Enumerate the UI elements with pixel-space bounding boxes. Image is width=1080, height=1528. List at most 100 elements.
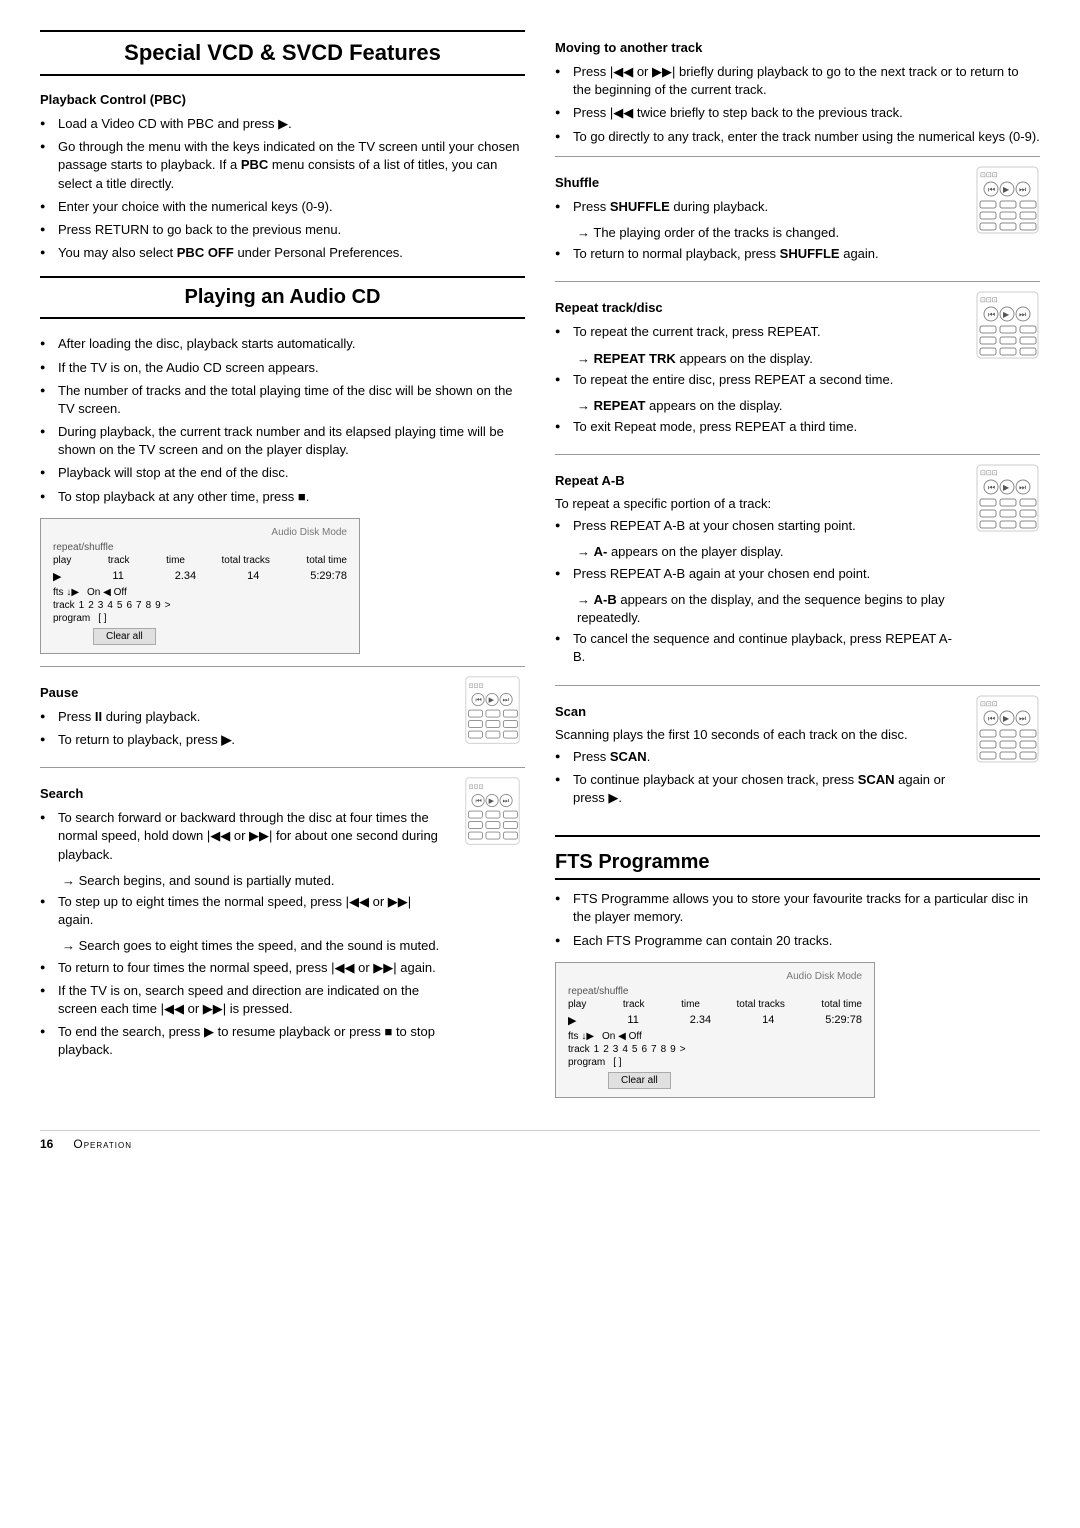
svg-text:⏭: ⏭ — [1019, 714, 1026, 723]
pbc-list: Load a Video CD with PBC and press ▶. Go… — [40, 115, 525, 262]
list-item: Press II during playback. — [40, 708, 448, 726]
display-box-1: Audio Disk Mode repeat/shuffle play trac… — [40, 518, 360, 654]
svg-text:⊡⊡⊡: ⊡⊡⊡ — [980, 701, 998, 708]
svg-text:⊡⊡⊡: ⊡⊡⊡ — [468, 682, 483, 689]
footer: 16 Operation — [40, 1130, 1040, 1151]
shuffle-title: Shuffle — [555, 175, 963, 190]
arrow-item: REPEAT TRK appears on the display. — [555, 350, 963, 368]
arrow-item: REPEAT appears on the display. — [555, 397, 963, 415]
repeat-ab-section: Repeat A-B To repeat a specific portion … — [555, 463, 1040, 674]
repeat-ab-list-3: To cancel the sequence and continue play… — [555, 630, 963, 666]
repeat-track-remote-icon: ⊡⊡⊡ ⏮ ▶ ⏭ — [975, 290, 1040, 363]
svg-text:▶: ▶ — [1003, 483, 1010, 492]
list-item: Enter your choice with the numerical key… — [40, 198, 525, 216]
pause-section: Pause Press II during playback. To retur… — [40, 675, 525, 757]
audio-cd-list: After loading the disc, playback starts … — [40, 335, 525, 506]
moving-list: Press |◀◀ or ▶▶| briefly during playback… — [555, 63, 1040, 146]
svg-text:▶: ▶ — [1003, 310, 1010, 319]
list-item: To exit Repeat mode, press REPEAT a thir… — [555, 418, 963, 436]
list-item: To repeat the current track, press REPEA… — [555, 323, 963, 341]
display-data: ▶ 11 2.34 14 5:29:78 — [53, 570, 347, 583]
fts-row: fts ↓▶ On ◀ Off — [53, 587, 347, 598]
shuffle-list-2: To return to normal playback, press SHUF… — [555, 245, 963, 263]
arrow-item: The playing order of the tracks is chang… — [555, 224, 963, 242]
clear-btn-2: Clear all — [568, 1072, 862, 1089]
mode-label-2: Audio Disk Mode — [568, 971, 862, 982]
svg-text:▶: ▶ — [1003, 714, 1010, 723]
repeat-track-list-2: To repeat the entire disc, press REPEAT … — [555, 371, 963, 389]
repeat-track-title: Repeat track/disc — [555, 300, 963, 315]
moving-title: Moving to another track — [555, 40, 1040, 55]
shuffle-remote-icon: ⊡⊡⊡ ⏮ ▶ ⏭ — [975, 165, 1040, 238]
list-item: Press SHUFFLE during playback. — [555, 198, 963, 216]
list-item: To repeat the entire disc, press REPEAT … — [555, 371, 963, 389]
list-item: To continue playback at your chosen trac… — [555, 771, 963, 807]
search-remote-icon: ⊡⊡⊡ ⏮ ▶ ⏭ — [460, 776, 525, 849]
search-list-2: To step up to eight times the normal spe… — [40, 893, 448, 929]
svg-text:⏭: ⏭ — [1019, 185, 1026, 194]
list-item: Press RETURN to go back to the previous … — [40, 221, 525, 239]
list-item: To search forward or backward through th… — [40, 809, 448, 864]
svg-text:▶: ▶ — [489, 798, 495, 805]
list-item: Go through the menu with the keys indica… — [40, 138, 525, 193]
svg-text:▶: ▶ — [1003, 185, 1010, 194]
list-item: Playback will stop at the end of the dis… — [40, 464, 525, 482]
list-item: Each FTS Programme can contain 20 tracks… — [555, 932, 1040, 950]
svg-text:⊡⊡⊡: ⊡⊡⊡ — [980, 470, 998, 477]
audio-cd-title: Playing an Audio CD — [40, 276, 525, 319]
display-box-2: Audio Disk Mode repeat/shuffle play trac… — [555, 962, 875, 1098]
repeat-track-list-3: To exit Repeat mode, press REPEAT a thir… — [555, 418, 963, 436]
list-item: To return to four times the normal speed… — [40, 959, 448, 977]
list-item: To return to normal playback, press SHUF… — [555, 245, 963, 263]
svg-text:⏮: ⏮ — [988, 483, 995, 492]
list-item: To step up to eight times the normal spe… — [40, 893, 448, 929]
scan-section: Scan Scanning plays the first 10 seconds… — [555, 694, 1040, 816]
list-item: During playback, the current track numbe… — [40, 423, 525, 459]
svg-text:⊡⊡⊡: ⊡⊡⊡ — [980, 297, 998, 304]
display-header: play track time total tracks total time — [53, 555, 347, 566]
left-column: Special VCD & SVCD Features Playback Con… — [40, 30, 525, 1110]
scan-intro: Scanning plays the first 10 seconds of e… — [555, 727, 963, 742]
search-title: Search — [40, 786, 448, 801]
svg-text:▶: ▶ — [489, 697, 495, 704]
pause-list: Press II during playback. To return to p… — [40, 708, 448, 749]
repeat-track-list: To repeat the current track, press REPEA… — [555, 323, 963, 341]
tracks-row-2: track 123456789 > — [568, 1044, 862, 1055]
right-column: Moving to another track Press |◀◀ or ▶▶|… — [555, 30, 1040, 1110]
repeat-ab-title: Repeat A-B — [555, 473, 963, 488]
pause-remote-icon: ⊡⊡⊡ ⏮ ▶ ⏭ — [460, 675, 525, 748]
svg-text:⊡⊡⊡: ⊡⊡⊡ — [980, 172, 998, 179]
list-item: You may also select PBC OFF under Person… — [40, 244, 525, 262]
display-header-2: play track time total tracks total time — [568, 999, 862, 1010]
list-item: If the TV is on, search speed and direct… — [40, 982, 448, 1018]
list-item: Press |◀◀ or ▶▶| briefly during playback… — [555, 63, 1040, 99]
tracks-row: track 123456789 > — [53, 600, 347, 611]
list-item: If the TV is on, the Audio CD screen app… — [40, 359, 525, 377]
search-section: Search To search forward or backward thr… — [40, 776, 525, 1067]
repeat-ab-remote-icon: ⊡⊡⊡ ⏮ ▶ ⏭ — [975, 463, 1040, 536]
svg-text:⏮: ⏮ — [475, 697, 481, 704]
search-list: To search forward or backward through th… — [40, 809, 448, 864]
page-number: 16 — [40, 1137, 53, 1151]
list-item: To return to playback, press ▶. — [40, 731, 448, 749]
fts-list: FTS Programme allows you to store your f… — [555, 890, 1040, 950]
main-title: Special VCD & SVCD Features — [40, 30, 525, 76]
footer-label: Operation — [73, 1137, 132, 1151]
search-list-3: To return to four times the normal speed… — [40, 959, 448, 1060]
arrow-item: Search begins, and sound is partially mu… — [40, 872, 448, 890]
svg-text:⏭: ⏭ — [503, 697, 510, 704]
list-item: To stop playback at any other time, pres… — [40, 488, 525, 506]
svg-text:⏭: ⏭ — [503, 798, 510, 805]
clear-btn: Clear all — [53, 628, 347, 645]
svg-text:⏮: ⏮ — [988, 185, 995, 194]
svg-text:⏮: ⏮ — [475, 798, 481, 805]
svg-text:⊡⊡⊡: ⊡⊡⊡ — [468, 783, 483, 790]
shuffle-list: Press SHUFFLE during playback. — [555, 198, 963, 216]
shuffle-section: Shuffle Press SHUFFLE during playback. T… — [555, 165, 1040, 272]
list-item: After loading the disc, playback starts … — [40, 335, 525, 353]
repeat-ab-list: Press REPEAT A-B at your chosen starting… — [555, 517, 963, 535]
list-item: Press SCAN. — [555, 748, 963, 766]
program-row-2: program [ ] — [568, 1057, 862, 1068]
program-row: program [ ] — [53, 613, 347, 624]
list-item: Press |◀◀ twice briefly to step back to … — [555, 104, 1040, 122]
